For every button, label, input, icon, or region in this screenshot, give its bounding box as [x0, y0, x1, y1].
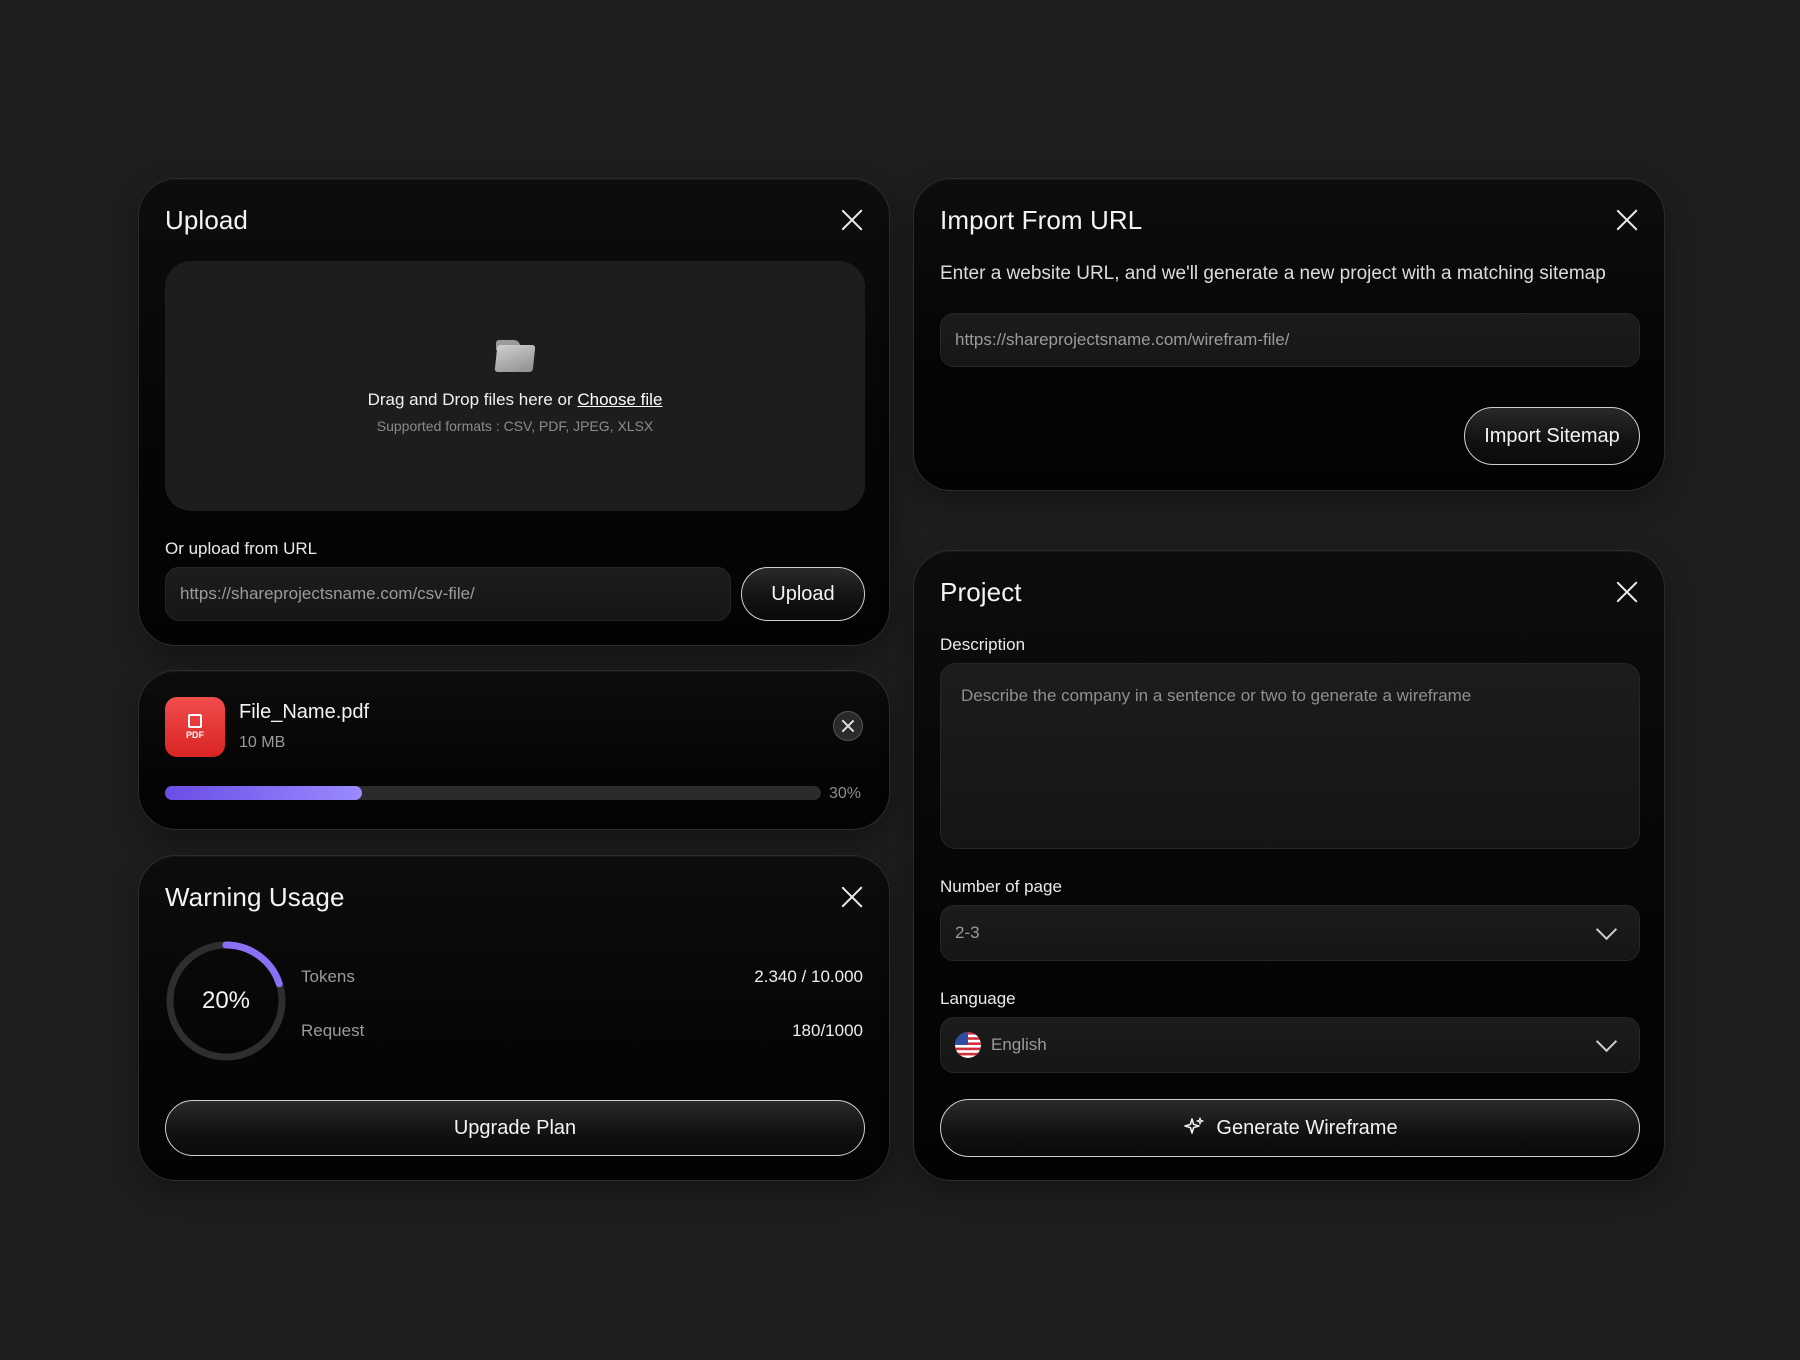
upload-dropzone[interactable]: Drag and Drop files here or Choose file …: [165, 261, 865, 511]
folder-icon: [494, 338, 536, 372]
chevron-down-icon: [1599, 922, 1615, 938]
supported-formats: Supported formats : CSV, PDF, JPEG, XLSX: [376, 418, 654, 434]
remove-file-icon[interactable]: [833, 711, 863, 741]
description-label: Description: [940, 635, 1026, 654]
file-progress-card: PDF File_Name.pdf 10 MB 30%: [138, 670, 890, 830]
usage-percent: 20%: [201, 987, 251, 1014]
generate-wireframe-button[interactable]: Generate Wireframe: [940, 1099, 1640, 1157]
project-title: Project: [940, 577, 1022, 607]
upgrade-plan-button[interactable]: Upgrade Plan: [165, 1100, 865, 1156]
tokens-value: 2.340 / 10.000: [754, 967, 863, 986]
upload-url-label: Or upload from URL: [165, 539, 318, 558]
choose-file-link[interactable]: Choose file: [577, 390, 662, 409]
warning-title: Warning Usage: [165, 882, 345, 912]
drop-instruction: Drag and Drop files here or: [367, 390, 573, 409]
language-select[interactable]: English: [940, 1017, 1640, 1073]
chevron-down-icon: [1599, 1034, 1615, 1050]
description-textarea[interactable]: Describe the company in a sentence or tw…: [940, 663, 1640, 849]
pdf-badge-label: PDF: [186, 730, 204, 740]
import-close-icon[interactable]: [1614, 207, 1640, 233]
us-flag-icon: [955, 1032, 981, 1058]
warning-usage-card: Warning Usage 20% Tokens 2.340 / 10.000 …: [138, 855, 890, 1181]
upload-card: Upload Drag and Drop files here or Choos…: [138, 178, 890, 646]
upload-title: Upload: [165, 205, 248, 235]
import-sitemap-button[interactable]: Import Sitemap: [1464, 407, 1640, 465]
drop-text: Drag and Drop files here or Choose file: [368, 390, 663, 410]
generate-label: Generate Wireframe: [1216, 1116, 1398, 1139]
request-label: Request: [301, 1021, 365, 1040]
upload-close-icon[interactable]: [839, 207, 865, 233]
warning-close-icon[interactable]: [839, 884, 865, 910]
project-card: Project Description Describe the company…: [913, 550, 1665, 1181]
sparkle-icon: [1184, 1117, 1205, 1134]
upload-button[interactable]: Upload: [741, 567, 865, 621]
language-value: English: [991, 1035, 1047, 1054]
file-name: File_Name.pdf: [239, 701, 370, 723]
pages-label: Number of page: [940, 877, 1062, 896]
upload-progress-percent: 30%: [829, 785, 862, 802]
tokens-label: Tokens: [301, 967, 355, 986]
pages-value: 2-3: [955, 923, 980, 942]
language-label: Language: [940, 989, 1016, 1008]
request-value: 180/1000: [792, 1021, 863, 1040]
upload-progress-fill: [165, 786, 362, 800]
pages-select[interactable]: 2-3: [940, 905, 1640, 961]
upload-progress-bar: [165, 786, 821, 800]
import-url-input[interactable]: https://shareprojectsname.com/wirefram-f…: [940, 313, 1640, 367]
import-title: Import From URL: [940, 205, 1143, 235]
upload-url-input[interactable]: https://shareprojectsname.com/csv-file/: [165, 567, 731, 621]
import-description: Enter a website URL, and we'll generate …: [940, 263, 1606, 284]
import-url-card: Import From URL Enter a website URL, and…: [913, 178, 1665, 491]
project-close-icon[interactable]: [1614, 579, 1640, 605]
file-size: 10 MB: [239, 734, 286, 751]
pdf-file-icon: PDF: [165, 697, 225, 757]
